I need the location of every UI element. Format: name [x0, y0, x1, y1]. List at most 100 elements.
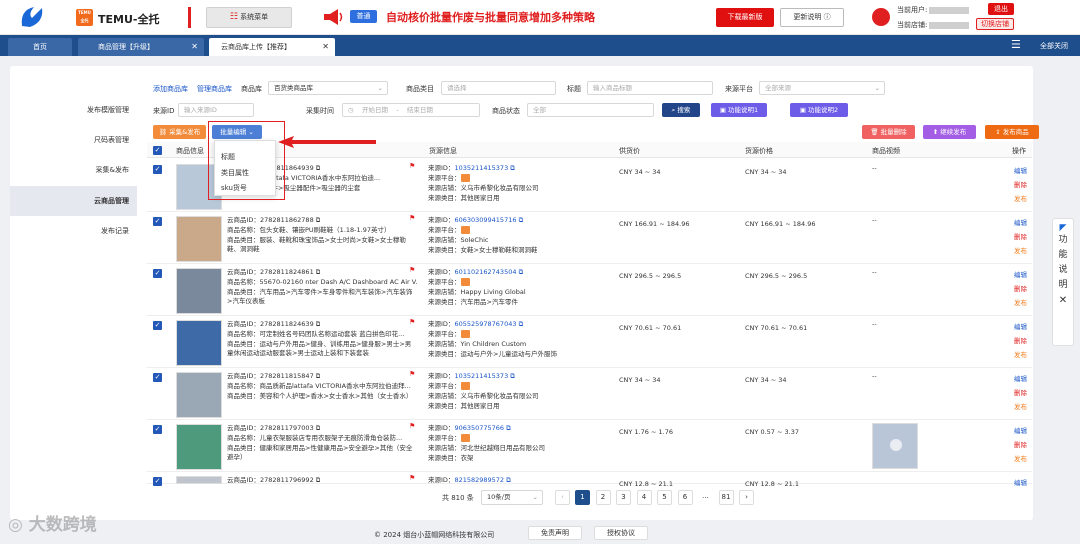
tab-goods-manage[interactable]: 商品管理【升级】 ✕ [78, 38, 204, 56]
publish-link[interactable]: 发布 [1014, 400, 1027, 414]
publish-link[interactable]: 发布 [1014, 452, 1027, 466]
search-button[interactable]: ⌕ 搜索 [662, 103, 700, 117]
edit-link[interactable]: 编辑 [1014, 268, 1027, 282]
copy-icon[interactable]: ⧉ [316, 268, 321, 276]
per-page-select[interactable]: 10条/页 ⌄ [481, 490, 543, 505]
platform-icon [460, 382, 470, 390]
page-button[interactable]: 5 [657, 490, 672, 505]
delete-link[interactable]: 删除 [1014, 334, 1027, 348]
copy-icon[interactable]: ⧉ [506, 424, 511, 432]
sidebar-item-collect-publish[interactable]: 采集&发布 [10, 155, 137, 185]
status-select[interactable]: 全部 [527, 103, 654, 117]
copy-icon[interactable]: ⧉ [316, 164, 321, 172]
download-latest-button[interactable]: 下载最新版 [716, 8, 774, 27]
tab-cloud-upload[interactable]: 云商品库上传【推荐】 ✕ [209, 38, 335, 56]
close-all-tabs[interactable]: 全部关闭 [1040, 41, 1068, 51]
product-thumbnail[interactable] [176, 268, 222, 314]
sidebar-item-size-chart[interactable]: 尺码表管理 [10, 125, 137, 155]
product-thumbnail[interactable] [176, 476, 222, 484]
source-id-input[interactable]: 输入来源ID [178, 103, 254, 117]
logout-button[interactable]: 退出 [988, 3, 1014, 15]
collect-publish-button[interactable]: ⛓ 采集&发布 [153, 125, 206, 139]
title-input[interactable]: 输入商品标题 [587, 81, 713, 95]
publish-link[interactable]: 发布 [1014, 296, 1027, 310]
floating-help-panel[interactable]: ◤ 功 能 说 明 ✕ [1052, 218, 1074, 346]
publish-link[interactable]: 发布 [1014, 348, 1027, 362]
switch-shop-button[interactable]: 切换店铺 [976, 18, 1014, 30]
page-button[interactable]: ... [698, 490, 713, 505]
supply-price: CNY 1.76 ~ 1.76 [619, 428, 673, 436]
edit-link[interactable]: 编辑 [1014, 216, 1027, 230]
close-icon[interactable]: ✕ [1053, 293, 1073, 308]
row-checkbox[interactable]: ✓ [153, 321, 162, 330]
help1-button[interactable]: ▣ 功能说明1 [711, 103, 767, 117]
user-avatar-icon[interactable] [872, 8, 890, 26]
category-select[interactable]: 请选择 [441, 81, 556, 95]
row-checkbox[interactable]: ✓ [153, 165, 162, 174]
delete-link[interactable]: 删除 [1014, 282, 1027, 296]
copy-icon[interactable]: ⧉ [316, 372, 321, 380]
copy-icon[interactable]: ⧉ [519, 320, 524, 328]
update-notes-button[interactable]: 更新说明 ⓘ [780, 8, 844, 27]
copy-icon[interactable]: ⧉ [316, 216, 321, 224]
row-checkbox[interactable]: ✓ [153, 269, 162, 278]
delete-link[interactable]: 删除 [1014, 386, 1027, 400]
copy-icon[interactable]: ⧉ [519, 216, 524, 224]
close-icon[interactable]: ✕ [191, 38, 198, 56]
publish-link[interactable]: 发布 [1014, 244, 1027, 258]
page-button[interactable]: 2 [595, 490, 611, 505]
copy-icon[interactable]: ⧉ [316, 320, 321, 328]
platform-select[interactable]: 全部来源 ⌄ [759, 81, 885, 95]
copy-icon[interactable]: ⧉ [316, 424, 321, 432]
edit-link[interactable]: 编辑 [1014, 372, 1027, 386]
select-all-checkbox[interactable]: ✓ [153, 146, 162, 155]
date-range-picker[interactable]: ◷ 开始日期 - 结束日期 [342, 103, 480, 117]
batch-delete-button[interactable]: 🗑 批量删除 [862, 125, 915, 139]
product-thumbnail[interactable] [176, 216, 222, 262]
help2-button[interactable]: ▣ 功能说明2 [790, 103, 848, 117]
row-checkbox[interactable]: ✓ [153, 425, 162, 434]
product-thumbnail[interactable] [176, 320, 222, 366]
edit-link[interactable]: 编辑 [1014, 164, 1027, 178]
copy-icon[interactable]: ⧉ [510, 164, 515, 172]
sidebar-item-cloud-goods[interactable]: 云商品管理 [10, 186, 137, 216]
disclaimer-button[interactable]: 免责声明 [528, 526, 582, 540]
add-goods-lib-link[interactable]: 添加商品库 [153, 84, 188, 94]
page-button[interactable]: 1 [575, 490, 590, 505]
agreement-button[interactable]: 授权协议 [594, 526, 648, 540]
product-thumbnail[interactable] [176, 372, 222, 418]
edit-link[interactable]: 编辑 [1014, 320, 1027, 334]
edit-link[interactable]: 编辑 [1014, 476, 1027, 490]
copy-icon[interactable]: ⧉ [316, 476, 321, 484]
publish-goods-button[interactable]: ⇪ 发布商品 [985, 125, 1039, 139]
page-button[interactable]: 3 [616, 490, 631, 505]
copy-icon[interactable]: ⧉ [506, 476, 511, 484]
delete-link[interactable]: 删除 [1014, 178, 1027, 192]
video-thumbnail[interactable] [872, 423, 918, 469]
copy-icon[interactable]: ⧉ [510, 372, 515, 380]
continue-publish-button[interactable]: ⬆ 继续发布 [923, 125, 976, 139]
close-icon[interactable]: ✕ [322, 38, 329, 56]
manage-goods-lib-link[interactable]: 管理商品库 [197, 84, 232, 94]
row-checkbox[interactable]: ✓ [153, 373, 162, 382]
notice-text[interactable]: 自动核价批量作废与批量同意增加多种策略 [386, 9, 595, 25]
delete-link[interactable]: 删除 [1014, 230, 1027, 244]
sidebar-item-template[interactable]: 发布模版管理 [10, 95, 137, 125]
page-button[interactable]: 81 [718, 490, 734, 505]
copy-icon[interactable]: ⧉ [519, 268, 524, 276]
list-menu-icon[interactable]: ☰ [1011, 38, 1021, 51]
row-checkbox[interactable]: ✓ [153, 217, 162, 226]
next-page-button[interactable]: › [739, 490, 754, 505]
product-thumbnail[interactable] [176, 424, 222, 470]
prev-page-button[interactable]: ‹ [555, 490, 570, 505]
sidebar-item-publish-records[interactable]: 发布记录 [10, 216, 137, 246]
goods-lib-select[interactable]: 百货类商品库 ⌄ [268, 81, 388, 95]
row-checkbox[interactable]: ✓ [153, 477, 162, 486]
tab-home[interactable]: 首页 [8, 38, 72, 56]
publish-link[interactable]: 发布 [1014, 192, 1027, 206]
edit-link[interactable]: 编辑 [1014, 424, 1027, 438]
system-menu-button[interactable]: ☷ 系统菜单 [206, 7, 292, 28]
page-button[interactable]: 6 [677, 490, 693, 505]
page-button[interactable]: 4 [636, 490, 652, 505]
delete-link[interactable]: 删除 [1014, 438, 1027, 452]
